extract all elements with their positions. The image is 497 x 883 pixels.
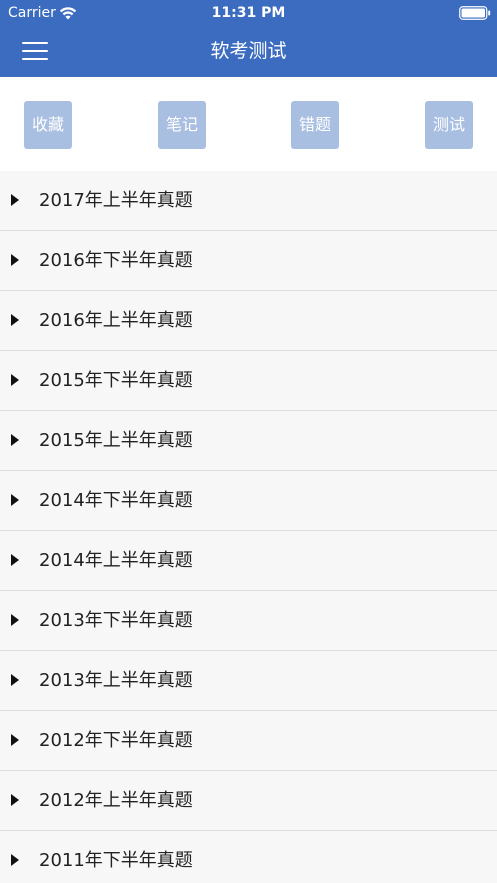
expand-triangle-icon — [11, 434, 19, 446]
app-header: Carrier 11:31 PM 软考测试 — [0, 0, 497, 77]
expand-triangle-icon — [11, 494, 19, 506]
expand-triangle-icon — [11, 374, 19, 386]
list-item-label: 2016年下半年真题 — [39, 250, 193, 271]
list-item[interactable]: 2013年上半年真题 — [0, 651, 497, 711]
expand-triangle-icon — [11, 314, 19, 326]
list-item[interactable]: 2014年下半年真题 — [0, 471, 497, 531]
list-item[interactable]: 2014年上半年真题 — [0, 531, 497, 591]
wrong-questions-button[interactable]: 错题 — [291, 101, 339, 149]
expand-triangle-icon — [11, 194, 19, 206]
expand-triangle-icon — [11, 734, 19, 746]
list-item-label: 2011年下半年真题 — [39, 850, 193, 871]
list-item-label: 2014年上半年真题 — [39, 550, 193, 571]
clock: 11:31 PM — [211, 5, 286, 21]
expand-triangle-icon — [11, 614, 19, 626]
list-item-label: 2016年上半年真题 — [39, 310, 193, 331]
battery-icon — [459, 6, 491, 20]
list-item[interactable]: 2015年下半年真题 — [0, 351, 497, 411]
list-item-label: 2015年下半年真题 — [39, 370, 193, 391]
favorites-button[interactable]: 收藏 — [24, 101, 72, 149]
list-item-label: 2012年上半年真题 — [39, 790, 193, 811]
list-item[interactable]: 2016年上半年真题 — [0, 291, 497, 351]
list-item[interactable]: 2012年下半年真题 — [0, 711, 497, 771]
list-item[interactable]: 2013年下半年真题 — [0, 591, 497, 651]
list-item-label: 2015年上半年真题 — [39, 430, 193, 451]
expand-triangle-icon — [11, 854, 19, 866]
exam-list: 2017年上半年真题 2016年下半年真题 2016年上半年真题 2015年下半… — [0, 171, 497, 883]
tab-bar: 收藏 笔记 错题 测试 — [0, 77, 497, 171]
list-item-label: 2013年下半年真题 — [39, 610, 193, 631]
notes-button[interactable]: 笔记 — [158, 101, 206, 149]
page-title: 软考测试 — [210, 40, 287, 62]
list-item[interactable]: 2011年下半年真题 — [0, 831, 497, 883]
test-button[interactable]: 测试 — [425, 101, 473, 149]
list-item[interactable]: 2012年上半年真题 — [0, 771, 497, 831]
navigation-bar: 软考测试 — [0, 26, 497, 77]
status-bar: Carrier 11:31 PM — [0, 0, 497, 26]
list-item-label: 2013年上半年真题 — [39, 670, 193, 691]
list-item[interactable]: 2016年下半年真题 — [0, 231, 497, 291]
list-item[interactable]: 2017年上半年真题 — [0, 171, 497, 231]
expand-triangle-icon — [11, 794, 19, 806]
list-item-label: 2012年下半年真题 — [39, 730, 193, 751]
expand-triangle-icon — [11, 254, 19, 266]
expand-triangle-icon — [11, 674, 19, 686]
expand-triangle-icon — [11, 554, 19, 566]
list-item[interactable]: 2015年上半年真题 — [0, 411, 497, 471]
list-item-label: 2017年上半年真题 — [39, 190, 193, 211]
list-item-label: 2014年下半年真题 — [39, 490, 193, 511]
